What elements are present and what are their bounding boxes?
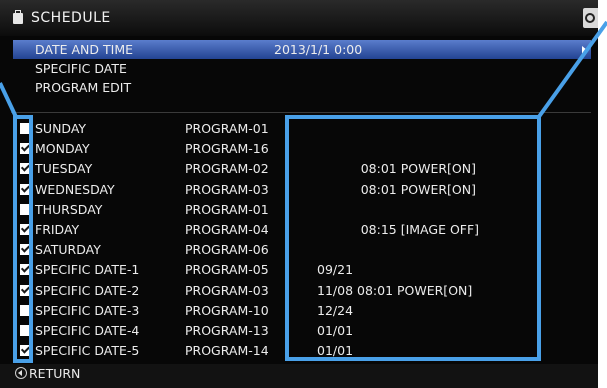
program-label: PROGRAM-04	[185, 221, 269, 237]
menu-item-label: PROGRAM EDIT	[35, 80, 132, 95]
menu-item-specific-date[interactable]: SPECIFIC DATE	[13, 59, 591, 78]
program-label: PROGRAM-03	[185, 181, 269, 197]
menu-item-value: 2013/1/1 0:00	[274, 42, 363, 57]
schedule-day-label: THURSDAY	[35, 201, 103, 217]
program-label: PROGRAM-13	[185, 322, 269, 338]
program-label: PROGRAM-01	[185, 121, 269, 136]
checkbox-column-highlight	[13, 115, 33, 363]
schedule-day-label: MONDAY	[35, 141, 90, 157]
footer-bar: RETURN	[0, 364, 598, 388]
schedule-day-label: SPECIFIC DATE-3	[35, 302, 140, 318]
menu-item-date-and-time[interactable]: DATE AND TIME 2013/1/1 0:00	[13, 40, 591, 59]
program-label: PROGRAM-16	[185, 141, 269, 157]
menu-item-label: SPECIFIC DATE	[35, 61, 127, 76]
program-label: PROGRAM-06	[185, 242, 269, 258]
schedule-day-label: FRIDAY	[35, 221, 80, 237]
chevron-right-icon	[582, 46, 587, 54]
schedule-day-label: SPECIFIC DATE-2	[35, 282, 140, 298]
program-label: PROGRAM-10	[185, 302, 269, 318]
divider	[11, 112, 591, 113]
schedule-day-label: SUNDAY	[35, 121, 87, 136]
window-title: SCHEDULE	[31, 10, 111, 26]
menu-item-program-edit[interactable]: PROGRAM EDIT	[13, 78, 591, 97]
settings-menu: DATE AND TIME 2013/1/1 0:00 SPECIFIC DATE P…	[13, 40, 591, 97]
title-bar: SCHEDULE	[0, 0, 598, 36]
program-label: PROGRAM-05	[185, 262, 269, 278]
schedule-day-label: TUESDAY	[35, 161, 93, 177]
program-label: PROGRAM-01	[185, 201, 269, 217]
program-label: PROGRAM-02	[185, 161, 269, 177]
program-label: PROGRAM-14	[185, 343, 269, 359]
schedule-day-label: SPECIFIC DATE-5	[35, 343, 140, 359]
power-icon	[585, 13, 595, 23]
schedule-day-label: SATURDAY	[35, 242, 101, 258]
schedule-day-label: WEDNESDAY	[35, 181, 115, 197]
return-label[interactable]: RETURN	[29, 366, 80, 381]
power-button[interactable]	[583, 8, 598, 28]
program-label: PROGRAM-03	[185, 282, 269, 298]
menu-item-label: DATE AND TIME	[35, 42, 133, 57]
return-arrow-icon[interactable]	[15, 367, 27, 379]
calendar-icon	[13, 10, 23, 24]
schedule-day-label: SPECIFIC DATE-4	[35, 322, 140, 338]
schedule-day-label: SPECIFIC DATE-1	[35, 262, 140, 278]
schedule-info-highlight	[285, 115, 541, 361]
